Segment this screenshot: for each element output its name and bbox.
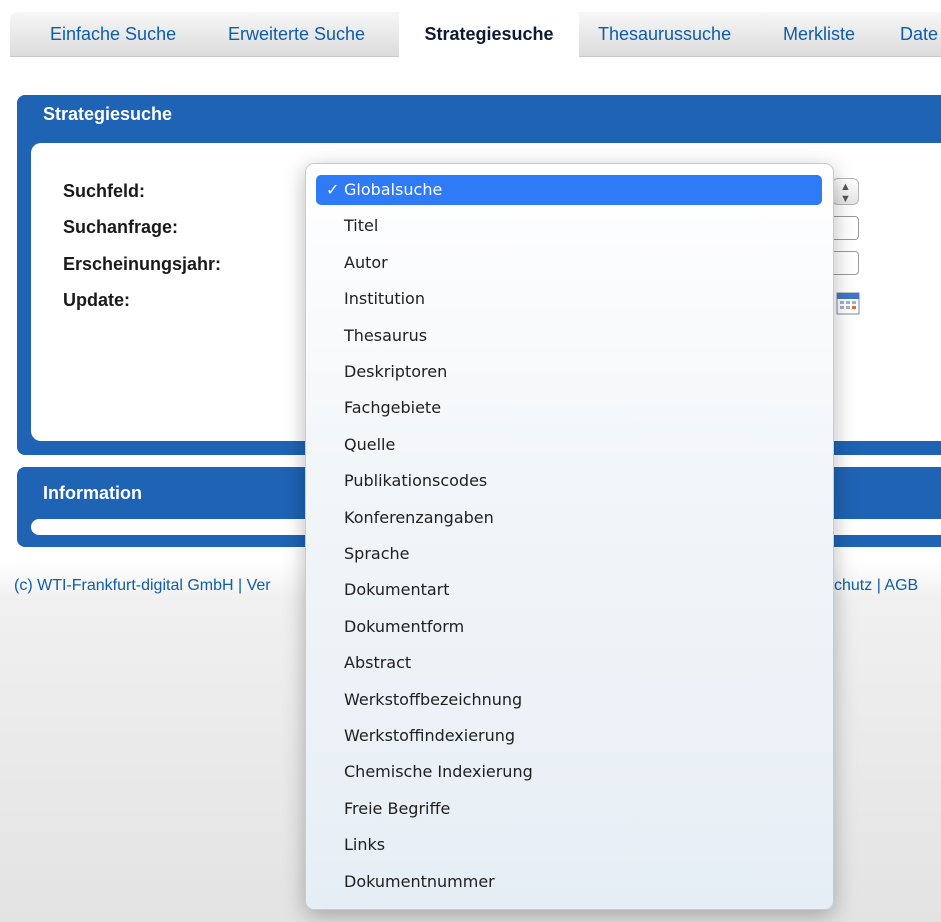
menu-option-dokumentnummer[interactable]: Dokumentnummer: [316, 867, 822, 897]
footer-left-links[interactable]: (c) WTI-Frankfurt-digital GmbH | Ver: [14, 577, 271, 594]
menu-option-institution[interactable]: Institution: [316, 284, 822, 314]
menu-option-label: Quelle: [344, 434, 396, 454]
label-erscheinungsjahr: Erscheinungsjahr:: [63, 254, 222, 274]
label-update: Update:: [63, 290, 130, 310]
menu-option-label: Werkstoffindexierung: [344, 726, 516, 745]
menu-option-label: Werkstoffbezeichnung: [344, 689, 523, 709]
menu-option-freie-begriffe[interactable]: Freie Begriffe: [316, 794, 822, 824]
menu-option-label: Abstract: [344, 653, 412, 673]
updown-arrows-icon[interactable]: ▲ ▼: [832, 178, 859, 205]
footer-right-links[interactable]: chutz | AGB: [834, 577, 918, 595]
menu-option-globalsuche[interactable]: ✓ Globalsuche: [316, 175, 822, 205]
menu-option-titel[interactable]: Titel: [316, 211, 822, 241]
menu-option-label: Deskriptoren: [344, 362, 448, 381]
menu-option-dokumentform[interactable]: Dokumentform: [316, 612, 822, 642]
menu-option-label: Dokumentform: [344, 616, 465, 636]
suchfeld-dropdown-menu: ✓ Globalsuche Titel Autor Institution Thesaur…: [305, 163, 834, 910]
menu-option-dokumentart[interactable]: Dokumentart: [316, 575, 822, 605]
menu-option-label: Autor: [344, 252, 388, 272]
menu-option-deskriptoren[interactable]: Deskriptoren: [316, 357, 822, 387]
label-suchanfrage: Suchanfrage:: [63, 217, 179, 237]
menu-option-label: Publikationscodes: [344, 471, 488, 491]
tab-thesaurussuche[interactable]: Thesaurussuche: [598, 12, 731, 56]
menu-option-label: Sprache: [344, 544, 410, 563]
calendar-icon[interactable]: [836, 291, 860, 315]
menu-option-label: Institution: [344, 289, 425, 309]
menu-option-label: Globalsuche: [344, 180, 443, 199]
tab-date[interactable]: Date: [900, 12, 938, 56]
menu-option-abstract[interactable]: Abstract: [316, 648, 822, 678]
tab-erweiterte-suche[interactable]: Erweiterte Suche: [228, 12, 365, 56]
menu-option-chemische-indexierung[interactable]: Chemische Indexierung: [316, 757, 822, 787]
menu-option-label: Konferenzangaben: [344, 507, 494, 527]
menu-option-label: Freie Begriffe: [344, 798, 451, 818]
menu-option-quelle[interactable]: Quelle: [316, 430, 822, 460]
strategy-panel-title: Strategiesuche: [43, 104, 173, 124]
menu-option-label: Dokumentnummer: [344, 871, 495, 891]
menu-option-label: Dokumentart: [344, 580, 450, 600]
menu-option-label: Titel: [344, 216, 379, 236]
menu-option-label: Links: [344, 835, 386, 855]
checkmark-icon: ✓: [326, 180, 340, 199]
menu-option-konferenzangaben[interactable]: Konferenzangaben: [316, 503, 822, 533]
menu-option-werkstoffindexierung[interactable]: Werkstoffindexierung: [316, 721, 822, 751]
menu-option-label: Chemische Indexierung: [344, 762, 533, 782]
menu-option-werkstoffbezeichnung[interactable]: Werkstoffbezeichnung: [316, 685, 822, 715]
tab-einfache-suche[interactable]: Einfache Suche: [50, 12, 176, 56]
menu-option-label: Fachgebiete: [344, 398, 442, 418]
menu-option-autor[interactable]: Autor: [316, 248, 822, 278]
menu-option-sprache[interactable]: Sprache: [316, 539, 822, 569]
menu-option-label: Thesaurus: [344, 325, 428, 345]
tab-merkliste[interactable]: Merkliste: [783, 12, 855, 56]
menu-option-thesaurus[interactable]: Thesaurus: [316, 321, 822, 351]
tab-strategiesuche[interactable]: Strategiesuche: [399, 10, 579, 58]
tab-bar: Einfache Suche Erweiterte Suche Strategi…: [10, 10, 941, 58]
label-suchfeld: Suchfeld:: [63, 181, 146, 201]
menu-option-links[interactable]: Links: [316, 830, 822, 860]
menu-option-fachgebiete[interactable]: Fachgebiete: [316, 393, 822, 423]
menu-option-publikationscodes[interactable]: Publikationscodes: [316, 466, 822, 496]
